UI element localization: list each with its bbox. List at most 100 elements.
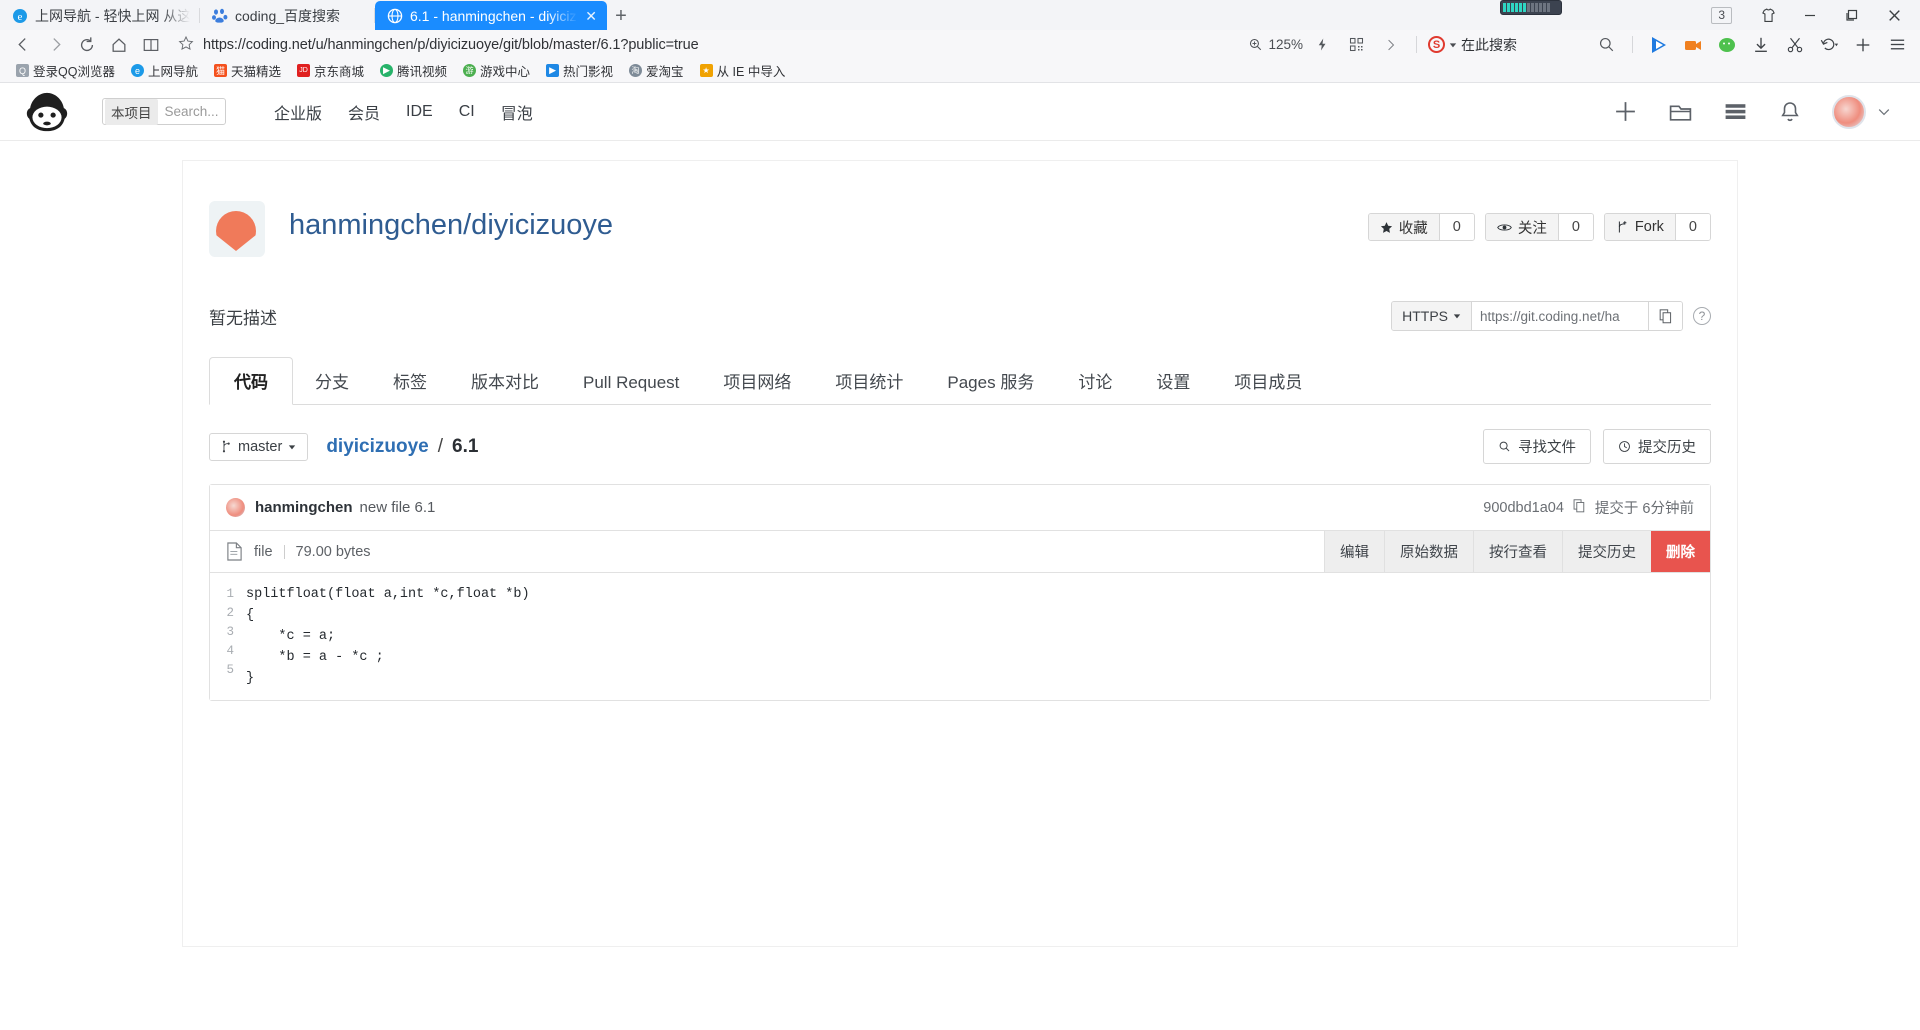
copy-icon[interactable] xyxy=(1573,498,1586,517)
browser-tab-2[interactable]: coding_百度搜索 xyxy=(200,1,375,30)
delete-button[interactable]: 删除 xyxy=(1651,531,1710,572)
branch-selector[interactable]: master xyxy=(209,432,309,461)
user-menu[interactable] xyxy=(1832,94,1892,129)
nav-item-bubble[interactable]: 冒泡 xyxy=(501,100,533,124)
bookmark-icon-8: ★ xyxy=(699,64,713,77)
new-tab-button[interactable]: + xyxy=(607,2,635,30)
fork-button-group[interactable]: Fork 0 xyxy=(1603,213,1711,241)
project-search-box[interactable]: 本项目 Search... xyxy=(102,98,226,125)
download-icon[interactable] xyxy=(1746,32,1776,58)
wechat-icon[interactable] xyxy=(1712,32,1742,58)
watch-count: 0 xyxy=(1557,214,1593,240)
qr-code-icon[interactable] xyxy=(1341,32,1371,58)
bookmark-icon-3: JD xyxy=(296,64,310,77)
nav-item-enterprise[interactable]: 企业版 xyxy=(274,100,322,124)
maximize-button[interactable] xyxy=(1832,0,1872,30)
edit-button[interactable]: 编辑 xyxy=(1324,531,1384,572)
help-icon[interactable]: ? xyxy=(1693,307,1711,325)
page-title[interactable]: hanmingchen/diyicizuoye xyxy=(289,201,613,242)
clone-protocol-select[interactable]: HTTPS xyxy=(1392,302,1472,330)
screenshot-scissors-icon[interactable] xyxy=(1780,32,1810,58)
tab-pages-service[interactable]: Pages 服务 xyxy=(925,358,1056,404)
tab-branches[interactable]: 分支 xyxy=(293,358,371,404)
bookmark-item-2[interactable]: 猫 天猫精选 xyxy=(206,61,289,80)
breadcrumb-repo[interactable]: diyicizuoye xyxy=(326,436,428,458)
bookmark-item-5[interactable]: 游 游戏中心 xyxy=(455,61,538,80)
bookmark-item-7[interactable]: 淘 爱淘宝 xyxy=(621,61,692,80)
bookmark-item-0[interactable]: Q 登录QQ浏览器 xyxy=(8,61,123,80)
browser-menu-icon[interactable] xyxy=(1882,32,1912,58)
fork-button[interactable]: Fork xyxy=(1604,214,1675,240)
avatar[interactable] xyxy=(1832,94,1866,129)
lightning-icon[interactable] xyxy=(1307,32,1337,58)
address-bar[interactable]: https://coding.net/u/hanmingchen/p/diyic… xyxy=(178,33,1240,57)
code-lines[interactable]: splitfloat(float a,int *c,float *b) { *c… xyxy=(246,583,530,688)
search-scope-label[interactable]: 本项目 xyxy=(105,98,158,125)
coding-monkey-logo[interactable] xyxy=(24,91,70,133)
line-number-gutter: 1 2 3 4 5 xyxy=(210,583,246,688)
raw-data-button[interactable]: 原始数据 xyxy=(1384,531,1473,572)
browser-tab-3[interactable]: 6.1 - hanmingchen - diyiciz ✕ xyxy=(375,1,607,30)
sogou-search-box[interactable]: S 在此搜索 xyxy=(1428,35,1517,55)
tab-code[interactable]: 代码 xyxy=(209,357,293,405)
minimize-button[interactable] xyxy=(1790,0,1830,30)
code-line: { xyxy=(246,608,255,623)
screen-recorder-icon[interactable] xyxy=(1678,32,1708,58)
forward-button[interactable] xyxy=(40,32,70,58)
commit-hash[interactable]: 900dbd1a04 xyxy=(1483,500,1564,516)
star-button-group[interactable]: 收藏 0 xyxy=(1367,213,1475,241)
nav-item-ci[interactable]: CI xyxy=(459,103,475,121)
watch-button-group[interactable]: 关注 0 xyxy=(1484,213,1594,241)
tab-statistics[interactable]: 项目统计 xyxy=(813,358,925,404)
commit-history-button[interactable]: 提交历史 xyxy=(1603,429,1711,464)
back-button[interactable] xyxy=(8,32,38,58)
file-history-button[interactable]: 提交历史 xyxy=(1562,531,1651,572)
skin-icon[interactable] xyxy=(1748,0,1788,30)
tasks-icon[interactable] xyxy=(1723,99,1748,124)
code-line: } xyxy=(246,671,255,686)
watch-button[interactable]: 关注 xyxy=(1485,214,1558,240)
clone-box[interactable]: HTTPS https://git.coding.net/ha xyxy=(1391,301,1683,331)
tab-compare[interactable]: 版本对比 xyxy=(449,358,561,404)
plus-icon[interactable] xyxy=(1613,99,1638,124)
tab-discussion[interactable]: 讨论 xyxy=(1056,358,1134,404)
close-button[interactable] xyxy=(1874,0,1914,30)
expand-chevron-icon[interactable] xyxy=(1375,32,1405,58)
tab-network[interactable]: 项目网络 xyxy=(701,358,813,404)
blame-button[interactable]: 按行查看 xyxy=(1473,531,1562,572)
bookmark-star-icon[interactable] xyxy=(178,35,194,55)
nav-item-ide[interactable]: IDE xyxy=(406,103,433,121)
nav-item-member[interactable]: 会员 xyxy=(348,100,380,124)
zoom-level-indicator[interactable]: 125% xyxy=(1248,37,1303,52)
tab-members[interactable]: 项目成员 xyxy=(1212,358,1324,404)
add-extension-icon[interactable] xyxy=(1848,32,1878,58)
bookmark-item-4[interactable]: ▶ 腾讯视频 xyxy=(372,61,455,80)
video-play-icon[interactable] xyxy=(1644,32,1674,58)
tab-pull-request[interactable]: Pull Request xyxy=(561,363,701,404)
tab-count-badge[interactable]: 3 xyxy=(1711,6,1732,24)
find-file-button[interactable]: 寻找文件 xyxy=(1483,429,1591,464)
bookmark-item-1[interactable]: e 上网导航 xyxy=(123,61,206,80)
chevron-down-icon[interactable] xyxy=(1876,104,1892,120)
home-button[interactable] xyxy=(104,32,134,58)
chevron-down-icon[interactable] xyxy=(1449,41,1457,49)
clone-url-input[interactable]: https://git.coding.net/ha xyxy=(1472,302,1648,330)
reader-mode-icon[interactable] xyxy=(136,32,166,58)
tab-tags[interactable]: 标签 xyxy=(371,358,449,404)
bookmark-item-6[interactable]: ▶ 热门影视 xyxy=(538,61,621,80)
tab-close-icon[interactable]: ✕ xyxy=(585,9,597,23)
reload-button[interactable] xyxy=(72,32,102,58)
tab-settings[interactable]: 设置 xyxy=(1134,358,1212,404)
search-input-placeholder[interactable]: Search... xyxy=(160,104,219,119)
undo-history-icon[interactable] xyxy=(1814,32,1844,58)
bookmark-item-8[interactable]: ★ 从 IE 中导入 xyxy=(692,61,794,80)
bookmark-item-3[interactable]: JD 京东商城 xyxy=(289,61,372,80)
bell-icon[interactable] xyxy=(1778,100,1802,124)
archive-icon[interactable] xyxy=(1668,99,1693,124)
toolbar-divider xyxy=(1416,36,1417,53)
star-button[interactable]: 收藏 xyxy=(1368,214,1439,240)
browser-tab-1[interactable]: e 上网导航 - 轻快上网 从这里开 xyxy=(0,1,200,30)
search-icon[interactable] xyxy=(1591,32,1621,58)
copy-icon[interactable] xyxy=(1648,302,1682,330)
commit-author-name[interactable]: hanmingchen xyxy=(255,499,353,516)
